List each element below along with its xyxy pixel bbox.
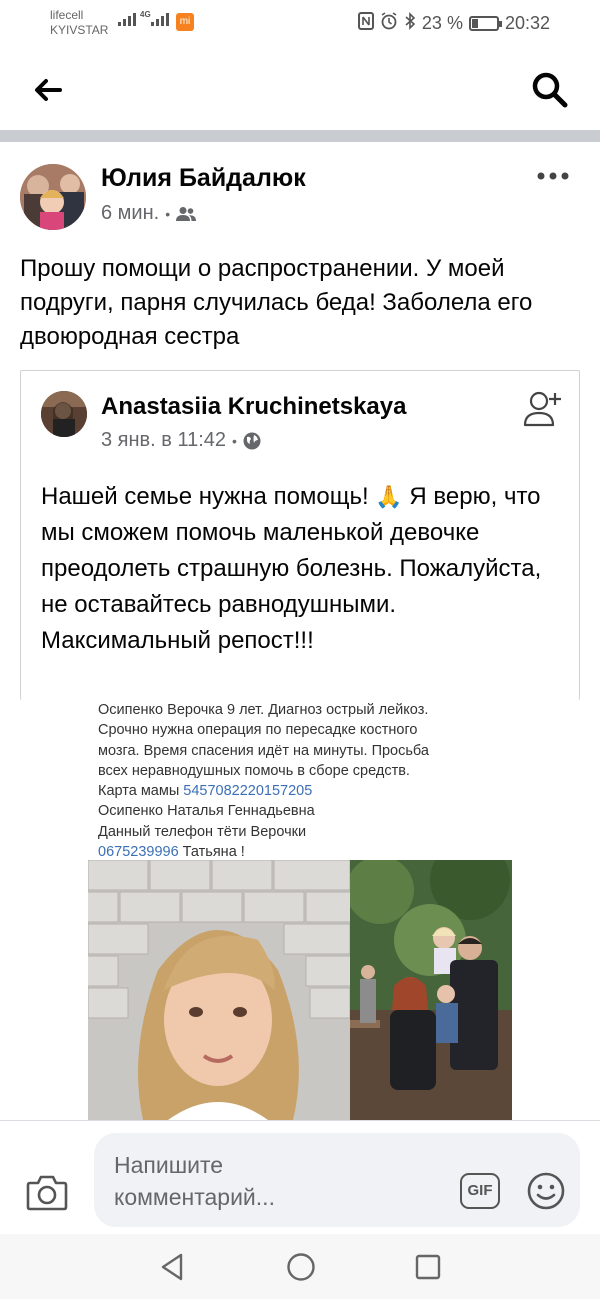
- search-icon: [532, 72, 568, 108]
- back-button[interactable]: [28, 70, 68, 110]
- arrow-left-icon: [35, 79, 62, 101]
- signal-icon: [118, 13, 136, 26]
- post-meta: 6 мин. •: [101, 202, 197, 225]
- carrier-label: lifecell KYIVSTAR: [50, 8, 109, 37]
- shared-author-name[interactable]: Anastasiia Kruchinetskaya: [101, 393, 406, 421]
- nav-home-button[interactable]: [286, 1252, 316, 1282]
- post-text: Прошу помощи о распространении. У моей п…: [20, 255, 533, 350]
- battery-icon: [468, 16, 502, 31]
- more-horizontal-icon: [537, 172, 569, 180]
- nav-home-icon: [287, 1253, 315, 1281]
- nav-recent-icon: [415, 1254, 441, 1280]
- post-time[interactable]: 6 мин.: [101, 202, 159, 225]
- shared-avatar[interactable]: [41, 391, 87, 437]
- shared-meta: 3 янв. в 11:42 •: [101, 429, 261, 452]
- phone-number: 0675239996: [98, 844, 179, 861]
- bluetooth-icon: [404, 12, 416, 35]
- family-photo: [350, 860, 512, 1120]
- globe-icon: [243, 432, 261, 449]
- nfc-icon: [357, 12, 374, 35]
- post-image[interactable]: Осипенко Верочка 9 лет. Диагноз острый л…: [88, 694, 512, 1120]
- battery-text: 23 %: [421, 13, 463, 33]
- add-friend-icon: [523, 391, 561, 427]
- emoji-button[interactable]: [526, 1171, 566, 1211]
- signal-icon-2: [151, 13, 169, 26]
- avatar[interactable]: [20, 164, 86, 230]
- clock: 20:32: [504, 13, 550, 33]
- alarm-icon: [380, 12, 398, 35]
- post-author-name[interactable]: Юлия Байдалюк: [101, 164, 306, 193]
- add-friend-button[interactable]: [521, 387, 565, 431]
- nav-recent-button[interactable]: [414, 1253, 442, 1281]
- camera-icon: [26, 1175, 68, 1211]
- system-navigation-bar: [0, 1234, 600, 1299]
- gif-button[interactable]: GIF: [460, 1173, 500, 1209]
- search-button[interactable]: [528, 68, 572, 112]
- section-divider: [0, 130, 600, 142]
- status-bar: lifecell KYIVSTAR 4G mi 23 % 20:32: [0, 0, 600, 48]
- comment-composer: Напишите комментарий... GIF: [0, 1120, 600, 1234]
- more-options-button[interactable]: [536, 166, 570, 186]
- meta-dot: •: [165, 205, 171, 222]
- shared-post-card[interactable]: Anastasiia Kruchinetskaya 3 янв. в 11:42…: [20, 370, 580, 700]
- status-icons: 23 % 20:32: [357, 12, 550, 35]
- image-caption: Осипенко Верочка 9 лет. Диагноз острый л…: [98, 702, 429, 861]
- card-number: 5457082220157205: [183, 783, 313, 800]
- comment-placeholder: Напишите комментарий...: [114, 1152, 275, 1210]
- girl-photo: [88, 860, 350, 1120]
- app-notification-icon: mi: [176, 13, 194, 31]
- shared-meta-dot: •: [232, 432, 237, 449]
- shared-post-text: Нашей семье нужна помощь! 🙏 Я верю, что …: [41, 483, 542, 654]
- nav-back-button[interactable]: [158, 1252, 186, 1282]
- nav-back-icon: [161, 1253, 183, 1281]
- comment-input[interactable]: Напишите комментарий... GIF: [94, 1133, 580, 1227]
- smiley-icon: [527, 1172, 565, 1210]
- network-type-label: 4G: [140, 10, 151, 19]
- praying-hands-emoji: 🙏: [375, 484, 403, 509]
- top-bar: [0, 48, 600, 130]
- camera-button[interactable]: [26, 1173, 68, 1211]
- shared-time[interactable]: 3 янв. в 11:42: [101, 429, 226, 452]
- friends-icon: [176, 206, 197, 221]
